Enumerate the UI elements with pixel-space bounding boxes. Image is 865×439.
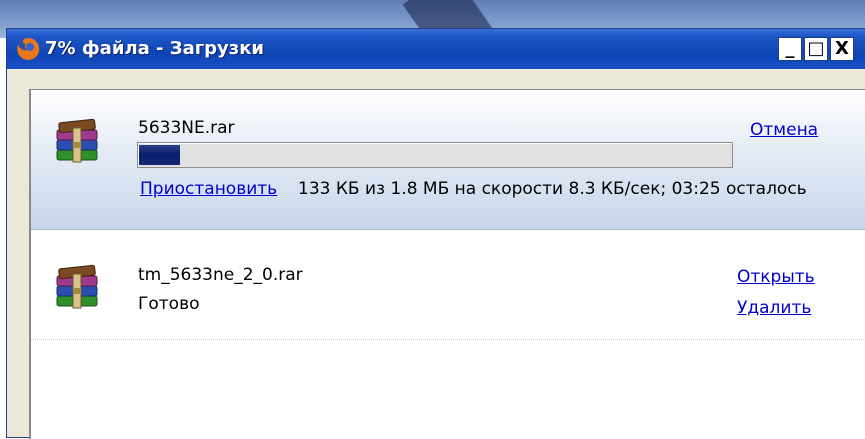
delete-link[interactable]: Удалить bbox=[737, 298, 811, 318]
close-icon: X bbox=[835, 38, 849, 59]
close-button[interactable]: X bbox=[830, 37, 854, 61]
download-progress-bar bbox=[137, 142, 733, 168]
download-item-active[interactable]: 5633NE.rar Отмена Приостановить 133 КБ и… bbox=[31, 90, 865, 230]
winrar-archive-icon bbox=[56, 264, 98, 309]
download-filename: 5633NE.rar bbox=[138, 118, 235, 138]
title-bar[interactable]: 7% файла - Загрузки _ □ X bbox=[7, 29, 865, 69]
downloads-window: 7% файла - Загрузки _ □ X 5633NE.rar Отм… bbox=[6, 28, 865, 439]
firefox-icon bbox=[17, 37, 40, 60]
maximize-icon: □ bbox=[807, 38, 825, 59]
download-status: Готово bbox=[138, 294, 200, 314]
download-item-completed[interactable]: tm_5633ne_2_0.rar Готово Открыть Удалить bbox=[31, 230, 865, 340]
download-filename: tm_5633ne_2_0.rar bbox=[138, 265, 303, 285]
open-link[interactable]: Открыть bbox=[737, 267, 815, 287]
window-title: 7% файла - Загрузки bbox=[45, 38, 265, 59]
download-progress-info: 133 КБ из 1.8 МБ на скорости 8.3 КБ/сек;… bbox=[298, 179, 807, 199]
cancel-link[interactable]: Отмена bbox=[750, 120, 818, 140]
pause-link[interactable]: Приостановить bbox=[140, 179, 277, 199]
downloads-list: 5633NE.rar Отмена Приостановить 133 КБ и… bbox=[29, 89, 865, 439]
progress-fill bbox=[139, 145, 180, 165]
maximize-button[interactable]: □ bbox=[804, 37, 828, 61]
minimize-icon: _ bbox=[785, 38, 795, 59]
winrar-archive-icon bbox=[56, 118, 98, 163]
minimize-button[interactable]: _ bbox=[778, 37, 802, 61]
